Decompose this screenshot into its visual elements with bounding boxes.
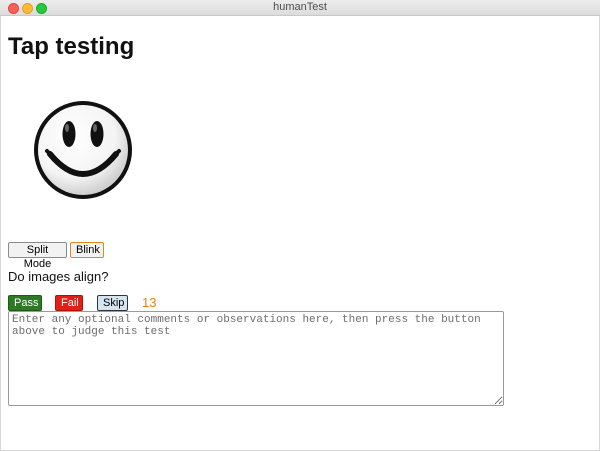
comments-textarea[interactable]: [8, 311, 504, 406]
window-title: humanTest: [273, 1, 327, 13]
remaining-count: 13: [142, 295, 157, 310]
fail-button[interactable]: Fail: [55, 295, 83, 311]
page-title: Tap testing: [8, 33, 135, 60]
page-content: Tap testing Split Mode Blink Do images a…: [0, 16, 600, 451]
question-text: Do images align?: [8, 269, 109, 284]
window-titlebar: humanTest: [0, 0, 600, 16]
skip-button[interactable]: Skip: [97, 295, 128, 311]
blink-button[interactable]: Blink: [70, 242, 104, 258]
pass-button[interactable]: Pass: [8, 295, 42, 311]
split-mode-button[interactable]: Split Mode: [8, 242, 67, 270]
smiley-face-icon: [34, 101, 132, 199]
